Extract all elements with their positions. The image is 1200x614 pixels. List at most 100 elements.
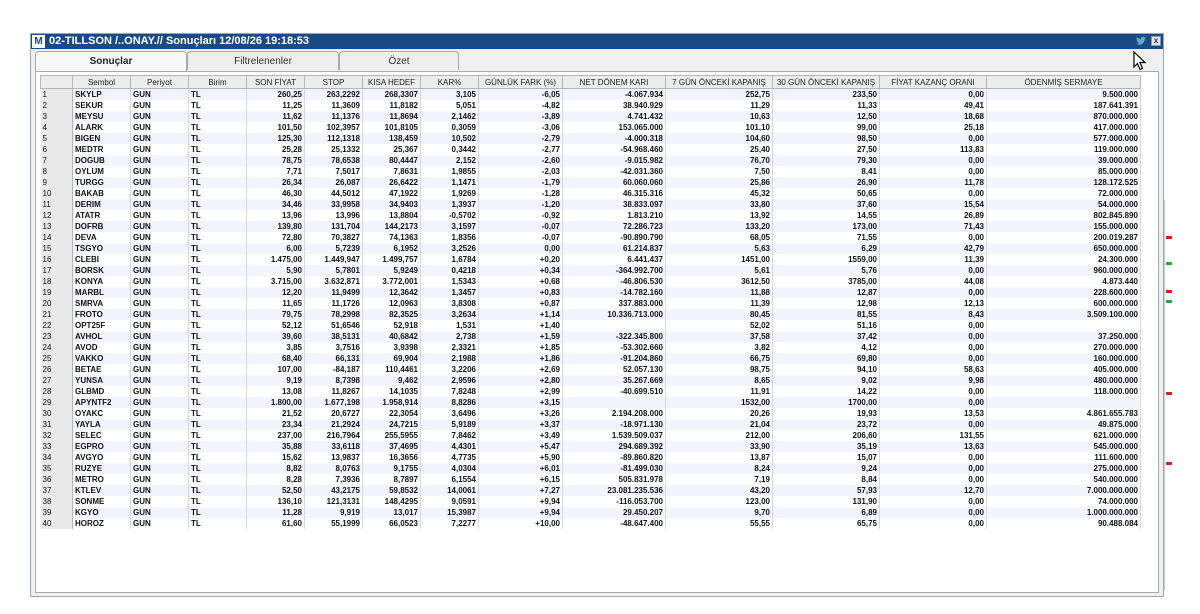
- close-7d-cell: 8,65: [665, 375, 773, 386]
- net-period-profit-cell: 6.441.437: [562, 254, 666, 265]
- paid-in-capital-cell: 37.250.000: [986, 331, 1141, 342]
- table-row[interactable]: 39 KGYO GUN TL 11,28 9,919 13,017 15,3987 +9,94 2…: [40, 507, 1141, 518]
- period-cell: GUN: [130, 518, 189, 529]
- table-row[interactable]: 36 METRO GUN TL 8,28 7,3936 8,7897 6,1554 +6,15 5…: [40, 474, 1141, 485]
- table-row[interactable]: 11 DERIM GUN TL 34,46 33,9958 34,9403 1,3937 -1,…: [40, 199, 1141, 210]
- unit-cell: TL: [188, 100, 247, 111]
- tab-results[interactable]: Sonuçlar: [35, 51, 187, 71]
- table-row[interactable]: 12 ATATR GUN TL 13,96 13,996 13,8804 -0,5702 -0,…: [40, 210, 1141, 221]
- column-header-unit[interactable]: Birim: [188, 75, 247, 89]
- column-header-close-7d-ago[interactable]: 7 GÜN ÖNCEKİ KAPANIŞ: [665, 75, 773, 89]
- close-7d-cell: 8,24: [665, 463, 773, 474]
- row-index: 25: [40, 353, 73, 364]
- table-row[interactable]: 16 CLEBI GUN TL 1.475,00 1.449,947 1.499,757 1,…: [40, 254, 1141, 265]
- table-row[interactable]: 26 BETAE GUN TL 107,00 -84,187 110,4461 3,2206 +…: [40, 364, 1141, 375]
- twitter-bird-icon[interactable]: [1135, 35, 1147, 47]
- results-table: Sembol Periyot Birim SON FİYAT STOP KISA…: [40, 75, 1141, 529]
- column-header-index[interactable]: [40, 75, 73, 89]
- table-row[interactable]: 30 OYAKC GUN TL 21,52 20,6727 22,3054 3,6496 +3,…: [40, 408, 1141, 419]
- table-row[interactable]: 28 GLBMD GUN TL 13,08 11,8267 14,1035 7,8248 +2,…: [40, 386, 1141, 397]
- table-row[interactable]: 3 MEYSU GUN TL 11,62 11,1376 11,8694 2,1462 -3,8…: [40, 111, 1141, 122]
- close-7d-cell: 101,10: [665, 122, 773, 133]
- last-price-cell: 8,28: [246, 474, 305, 485]
- table-row[interactable]: 27 YUNSA GUN TL 9,19 8,7398 9,462 2,9596 +2,80 35…: [40, 375, 1141, 386]
- pe-ratio-cell: 0,00: [879, 342, 987, 353]
- stop-cell: 33,6118: [304, 441, 363, 452]
- period-cell: GUN: [130, 386, 189, 397]
- tab-summary[interactable]: Özet: [339, 51, 459, 70]
- profit-pct-cell: 3,1597: [420, 221, 479, 232]
- table-row[interactable]: 34 AVGYO GUN TL 15,62 13,9837 16,3656 4,7735 +5,…: [40, 452, 1141, 463]
- period-cell: GUN: [130, 441, 189, 452]
- table-row[interactable]: 7 DOGUB GUN TL 78,75 78,6538 80,4447 2,152 -2,60…: [40, 155, 1141, 166]
- table-row[interactable]: 1 SKYLP GUN TL 260,25 263,2292 268,3307 3,105 -6…: [40, 88, 1141, 100]
- table-row[interactable]: 19 MARBL GUN TL 12,20 11,9499 12,3642 1,3457 +0,…: [40, 287, 1141, 298]
- profit-pct-cell: 3,2206: [420, 364, 479, 375]
- pe-ratio-cell: 0,00: [879, 419, 987, 430]
- row-index: 4: [40, 122, 73, 133]
- period-cell: GUN: [130, 353, 189, 364]
- pe-ratio-cell: 131,55: [879, 430, 987, 441]
- net-period-profit-cell: 153.065.000: [562, 122, 666, 133]
- symbol-cell: OYAKC: [72, 408, 131, 419]
- close-7d-cell: 33,80: [665, 199, 773, 210]
- net-period-profit-cell: -18.971.130: [562, 419, 666, 430]
- window-title: 02-TILLSON /..ONAY.// Sonuçları 12/08/26…: [49, 35, 310, 47]
- table-row[interactable]: 18 KONYA GUN TL 3.715,00 3.632,871 3.772,001 1,…: [40, 276, 1141, 287]
- table-row[interactable]: 20 SMRVA GUN TL 11,65 11,1726 12,0963 3,8308 +0,…: [40, 298, 1141, 309]
- unit-cell: TL: [188, 507, 247, 518]
- table-row[interactable]: 6 MEDTR GUN TL 25,28 25,1332 25,367 0,3442 -2,77…: [40, 144, 1141, 155]
- table-row[interactable]: 2 SEKUR GUN TL 11,25 11,3609 11,8182 5,051 -4,82…: [40, 100, 1141, 111]
- column-header-symbol[interactable]: Sembol: [72, 75, 131, 89]
- close-7d-cell: 76,70: [665, 155, 773, 166]
- column-header-net-period-profit[interactable]: NET DÖNEM KARI: [562, 75, 666, 89]
- table-row[interactable]: 29 APYNTF2 GUN TL 1.800,00 1.677,198 1.958,914…: [40, 397, 1141, 408]
- table-row[interactable]: 10 BAKAB GUN TL 46,30 44,5012 47,1922 1,9269 -1,…: [40, 188, 1141, 199]
- table-row[interactable]: 25 VAKKO GUN TL 68,40 66,131 69,904 2,1988 +1,86…: [40, 353, 1141, 364]
- table-row[interactable]: 35 RUZYE GUN TL 8,82 8,0763 9,1755 4,0304 +6,01-…: [40, 463, 1141, 474]
- row-index: 31: [40, 419, 73, 430]
- table-row[interactable]: 31 YAYLA GUN TL 23,34 21,2924 24,7215 5,9189 +3,…: [40, 419, 1141, 430]
- column-header-last-price[interactable]: SON FİYAT: [246, 75, 305, 89]
- column-header-pe-ratio[interactable]: FİYAT KAZANÇ ORANI: [879, 75, 987, 89]
- stop-cell: 78,2998: [304, 309, 363, 320]
- period-cell: GUN: [130, 221, 189, 232]
- table-row[interactable]: 38 SONME GUN TL 136,10 121,3131 148,4295 9,0591…: [40, 496, 1141, 507]
- table-row[interactable]: 15 TSGYO GUN TL 6,00 5,7239 6,1952 3,2526 0,00 61…: [40, 243, 1141, 254]
- table-row[interactable]: 21 FROTO GUN TL 79,75 78,2998 82,3525 3,2634 +1,…: [40, 309, 1141, 320]
- short-target-cell: 3.772,001: [362, 276, 421, 287]
- close-button[interactable]: x: [1151, 36, 1161, 46]
- table-row[interactable]: 8 OYLUM GUN TL 7,71 7,5017 7,8631 1,9855 -2,03 -4…: [40, 166, 1141, 177]
- column-header-stop[interactable]: STOP: [304, 75, 363, 89]
- table-row[interactable]: 5 BIGEN GUN TL 125,30 112,1318 138,459 10,502 -2…: [40, 133, 1141, 144]
- period-cell: GUN: [130, 210, 189, 221]
- table-row[interactable]: 17 BORSK GUN TL 5,90 5,7801 5,9249 0,4218 +0,34-…: [40, 265, 1141, 276]
- net-period-profit-cell: -14.782.160: [562, 287, 666, 298]
- table-row[interactable]: 13 DOFRB GUN TL 139,80 131,704 144,2173 3,1597-…: [40, 221, 1141, 232]
- net-period-profit-cell: -40.699.510: [562, 386, 666, 397]
- table-row[interactable]: 24 AVOD GUN TL 3,85 3,7516 3,9398 2,3321 +1,85 -5…: [40, 342, 1141, 353]
- table-row[interactable]: 22 OPT25F GUN TL 52,12 51,6546 52,918 1,531 +1,4…: [40, 320, 1141, 331]
- table-row[interactable]: 40 HOROZ GUN TL 61,60 55,1999 66,0523 7,2277 +10…: [40, 518, 1141, 529]
- tab-filtered[interactable]: Filtrelenenler: [187, 51, 339, 70]
- table-row[interactable]: 4 ALARK GUN TL 101,50 102,3957 101,8105 0,3059-…: [40, 122, 1141, 133]
- column-header-short-target[interactable]: KISA HEDEF: [362, 75, 421, 89]
- title-bar[interactable]: M 02-TILLSON /..ONAY.// Sonuçları 12/08/…: [31, 34, 1163, 49]
- column-header-profit-pct[interactable]: KAR%: [420, 75, 479, 89]
- column-header-period[interactable]: Periyot: [130, 75, 189, 89]
- table-row[interactable]: 14 DEVA GUN TL 72,80 70,3827 74,1363 1,8356 -0,0…: [40, 232, 1141, 243]
- table-row[interactable]: 32 SELEC GUN TL 237,00 216,7964 255,5955 7,8462…: [40, 430, 1141, 441]
- symbol-cell: OPT25F: [72, 320, 131, 331]
- column-header-close-30d-ago[interactable]: 30 GÜN ÖNCEKİ KAPANIŞ: [772, 75, 880, 89]
- column-header-paid-in-capital[interactable]: ÖDENMİŞ SERMAYE: [986, 75, 1141, 89]
- table-row[interactable]: 37 KTLEV GUN TL 52,50 43,2175 59,8532 14,0061 +7…: [40, 485, 1141, 496]
- daily-change-cell: -1,79: [478, 177, 563, 188]
- table-row[interactable]: 23 AVHOL GUN TL 39,60 38,5131 40,6842 2,738 +1,5…: [40, 331, 1141, 342]
- table-row[interactable]: 9 TURGG GUN TL 26,34 26,087 26,6422 1,1471 -1,79…: [40, 177, 1141, 188]
- paid-in-capital-cell: 870.000.000: [986, 111, 1141, 122]
- close-7d-cell: 66,75: [665, 353, 773, 364]
- column-header-daily-change[interactable]: GÜNLÜK FARK (%): [478, 75, 563, 89]
- row-index: 10: [40, 188, 73, 199]
- close-30d-cell: 81,55: [772, 309, 880, 320]
- table-row[interactable]: 33 EGPRO GUN TL 35,88 33,6118 37,4695 4,4301 +5,…: [40, 441, 1141, 452]
